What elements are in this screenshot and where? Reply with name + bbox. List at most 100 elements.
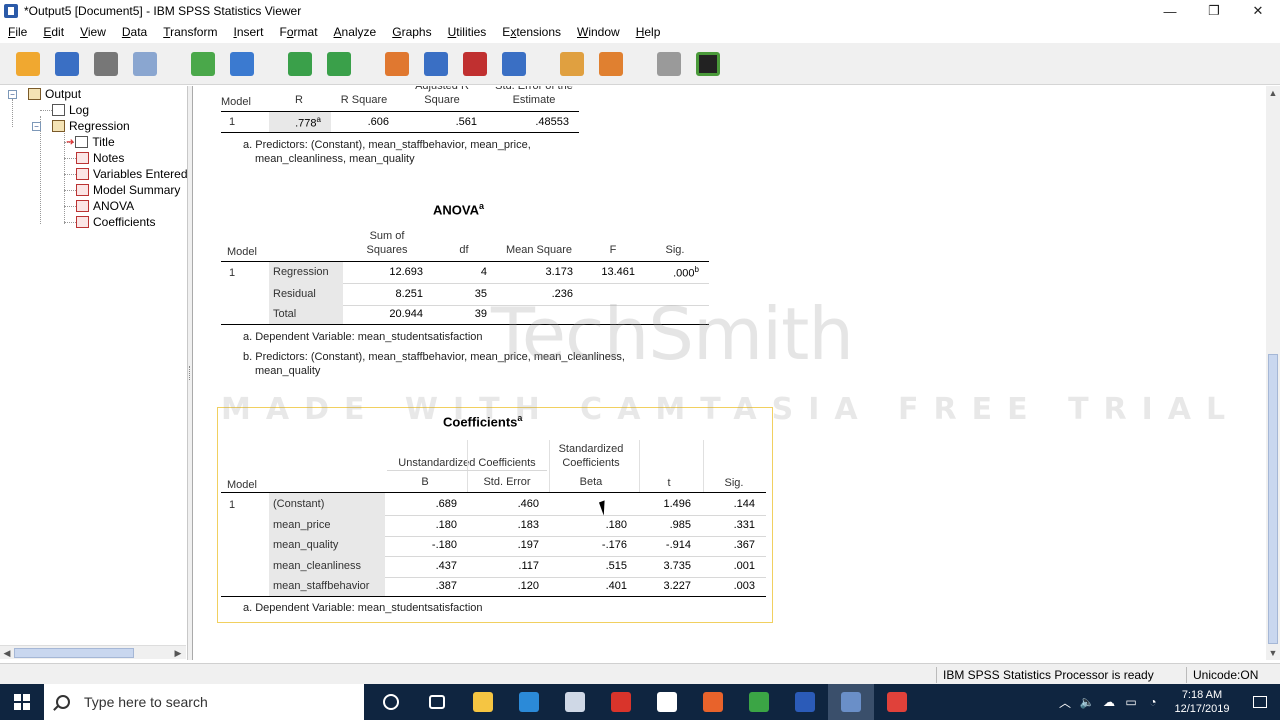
volume-icon[interactable]: 🔈	[1076, 695, 1098, 709]
mail-taskbar-button[interactable]	[644, 684, 690, 720]
add-button[interactable]	[692, 48, 724, 80]
coef-row-label: mean_price	[273, 518, 331, 531]
content-vertical-scrollbar[interactable]: ▲ ▼	[1266, 86, 1280, 660]
ms-header-std-error: Std. Error of the Estimate	[495, 86, 573, 106]
tree-node-output[interactable]: Output	[28, 86, 81, 102]
undo-button[interactable]	[284, 48, 316, 80]
scroll-down-icon[interactable]: ▼	[1267, 647, 1279, 659]
cortana-taskbar-button[interactable]	[368, 684, 414, 720]
tree-node-log[interactable]: Log	[52, 102, 89, 118]
camtasia-taskbar-button[interactable]	[874, 684, 920, 720]
scrollbar-thumb[interactable]	[14, 648, 134, 658]
tree-node-title[interactable]: ➜ Title	[66, 134, 115, 150]
save-button[interactable]	[51, 48, 83, 80]
variables-button[interactable]	[498, 48, 530, 80]
scroll-right-icon[interactable]: ▶	[172, 647, 184, 659]
camtasia-watermark: MADE WITH CAMTASIA FREE TRIAL	[221, 392, 1241, 427]
menu-edit[interactable]: Edit	[35, 25, 72, 39]
select-last-output-button[interactable]	[595, 48, 627, 80]
anova-title-text: ANOVA	[433, 202, 479, 218]
close-button[interactable]: ✕	[1236, 0, 1280, 22]
minimize-button[interactable]: —	[1148, 0, 1192, 22]
scrollbar-thumb[interactable]	[1268, 354, 1278, 644]
menu-prefix: F	[279, 25, 287, 39]
menu-utilities[interactable]: Utilities	[440, 25, 495, 39]
tree-node-title-label: Title	[92, 135, 115, 149]
export-button[interactable]	[187, 48, 219, 80]
scroll-up-icon[interactable]: ▲	[1267, 87, 1279, 99]
camtasia-recorder-taskbar-button[interactable]	[736, 684, 782, 720]
tree-node-anova-label: ANOVA	[93, 199, 135, 213]
menu-file[interactable]: File	[0, 25, 35, 39]
scroll-left-icon[interactable]: ◀	[1, 647, 13, 659]
redo-button[interactable]	[323, 48, 355, 80]
start-button[interactable]	[0, 684, 44, 720]
menu-graphs[interactable]: Graphs	[384, 25, 439, 39]
anova-cell-ss: 12.693	[389, 266, 423, 278]
menu-accelerator: A	[333, 25, 342, 39]
action-center-button[interactable]	[1240, 684, 1280, 720]
row-divider	[385, 556, 766, 558]
save-icon	[55, 51, 79, 76]
coef-cell-beta: .180	[605, 518, 627, 531]
mail-icon	[657, 692, 677, 712]
ms-adj-value: .561	[455, 116, 477, 128]
network-icon[interactable]: ◔	[1142, 695, 1164, 709]
goto-data-button[interactable]	[381, 48, 413, 80]
menu-accelerator: o	[286, 25, 294, 39]
menu-extensions[interactable]: Extensions	[494, 25, 569, 39]
open-button[interactable]	[12, 48, 44, 80]
designate-window-button[interactable]	[556, 48, 588, 80]
tree-node-variables-entered[interactable]: Variables Entered	[76, 166, 188, 182]
menu-label-rest: ransform	[170, 25, 218, 39]
tree-node-notes[interactable]: Notes	[76, 150, 124, 166]
tree-node-anova[interactable]: ANOVA	[76, 198, 134, 214]
menu-transform[interactable]: Transform	[155, 25, 225, 39]
recall-dialog-button[interactable]	[226, 48, 258, 80]
print-button[interactable]	[90, 48, 122, 80]
menu-insert[interactable]: Insert	[225, 25, 271, 39]
word-taskbar-button[interactable]	[782, 684, 828, 720]
clock[interactable]: 7:18 AM 12/17/2019	[1164, 688, 1240, 716]
goto-case-button[interactable]	[420, 48, 452, 80]
tree-node-coefficients[interactable]: Coefficients	[76, 214, 155, 230]
anova-title: ANOVAa	[433, 201, 484, 217]
menu-label-rest: dit	[51, 25, 65, 39]
store-taskbar-button[interactable]	[552, 684, 598, 720]
goto-variable-icon	[463, 51, 487, 76]
outline-horizontal-scrollbar[interactable]: ◀ ▶	[0, 645, 186, 659]
taskbar-search[interactable]: Type here to search	[44, 684, 364, 720]
menu-view[interactable]: View	[72, 25, 114, 39]
power-icon[interactable]: ▭	[1120, 695, 1142, 709]
firefox-taskbar-button[interactable]	[690, 684, 736, 720]
tree-node-regression-label: Regression	[69, 119, 130, 133]
menu-help[interactable]: Help	[628, 25, 669, 39]
coef-cell-b: .437	[435, 559, 457, 572]
file-explorer-taskbar-button[interactable]	[460, 684, 506, 720]
gift-taskbar-button[interactable]	[598, 684, 644, 720]
collapse-output-icon[interactable]: −	[8, 90, 17, 99]
task-view-taskbar-button[interactable]	[414, 684, 460, 720]
edge-taskbar-button[interactable]	[506, 684, 552, 720]
tree-node-regression[interactable]: Regression	[52, 118, 130, 134]
tree-node-model-summary[interactable]: Model Summary	[76, 182, 180, 198]
collapse-regression-icon[interactable]: −	[32, 122, 41, 131]
goto-variable-button[interactable]	[459, 48, 491, 80]
tree-node-coefficients-label: Coefficients	[93, 215, 156, 229]
menu-label-rest: nsert	[236, 25, 264, 39]
spss-taskbar-button[interactable]	[828, 684, 874, 720]
menu-analyze[interactable]: Analyze	[326, 25, 385, 39]
anova-sig-sup: b	[694, 265, 699, 274]
coef-cell-sig: .367	[733, 539, 755, 552]
notification-icon	[1253, 696, 1267, 708]
menu-window[interactable]: Window	[569, 25, 628, 39]
restore-button[interactable]: ❐	[1192, 0, 1236, 22]
show-hidden-icons-icon[interactable]: ︿	[1054, 694, 1076, 711]
menu-format[interactable]: Format	[272, 25, 326, 39]
menu-data[interactable]: Data	[114, 25, 155, 39]
print-preview-button[interactable]	[129, 48, 161, 80]
tree-node-variables-entered-label: Variables Entered	[93, 167, 188, 181]
show-all-button[interactable]	[653, 48, 685, 80]
onedrive-icon[interactable]: ☁	[1098, 695, 1120, 709]
log-icon	[52, 104, 65, 116]
